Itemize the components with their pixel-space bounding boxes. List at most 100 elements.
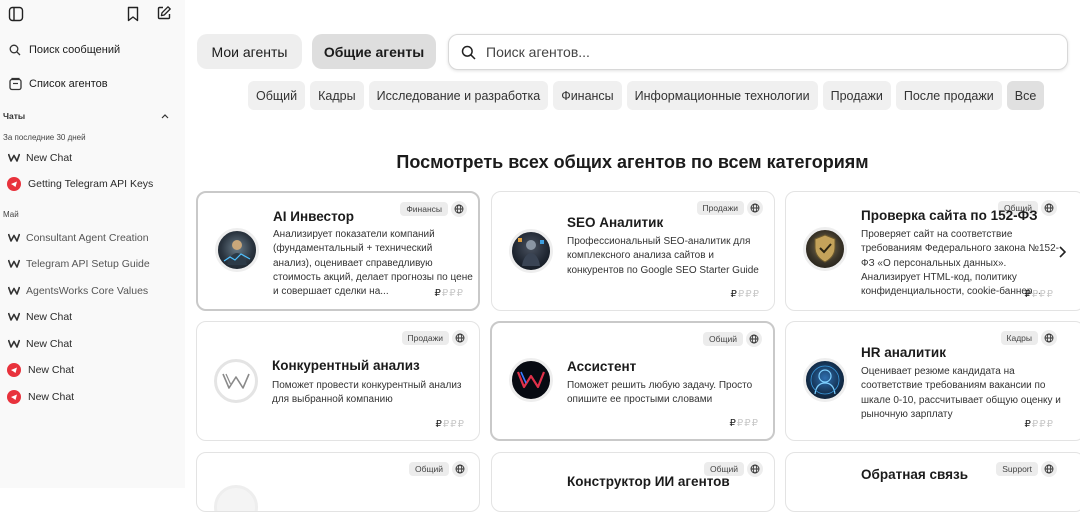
agent-card-seo-analyst[interactable]: Продажи SEO Аналитик Профессиональный SE… [491,191,775,311]
search-messages-label: Поиск сообщений [29,44,121,56]
agentsworks-logo-icon [7,284,20,297]
category-after-sales[interactable]: После продажи [895,81,1002,110]
chat-item-label: New Chat [26,337,73,350]
search-messages-button[interactable]: Поиск сообщений [8,43,120,57]
globe-icon [451,201,467,217]
agentsworks-logo-icon [7,151,20,164]
chat-item[interactable]: New Chat [7,310,179,323]
agentsworks-logo-icon [7,337,20,350]
agent-description: Оценивает резюме кандидата на соответств… [861,366,1061,420]
agent-card[interactable]: Общий [196,452,480,512]
category-general[interactable]: Общий [248,81,306,110]
agent-description: Профессиональный SEO-аналитик для компле… [567,236,759,276]
group-label: Май [3,210,19,219]
agent-avatar [214,359,258,403]
agent-card-ai-investor[interactable]: Финансы AI Инвестор Анализирует показате… [196,191,480,311]
telegram-icon [7,177,21,191]
tab-shared-agents[interactable]: Общие агенты [312,34,436,69]
globe-icon [1041,461,1057,477]
chat-item[interactable]: New Chat [7,390,179,404]
chat-item[interactable]: Consultant Agent Creation [7,231,179,244]
chat-item[interactable]: Telegram API Setup Guide [7,257,179,270]
chat-item[interactable]: New Chat [7,151,179,164]
sidebar: Поиск сообщений Список агентов Чаты За п… [0,0,185,488]
agent-avatar [509,229,553,273]
agent-card-competitor-analysis[interactable]: Продажи Конкурентный анализ Поможет пров… [196,321,480,441]
globe-icon [747,200,763,216]
search-icon [8,43,22,57]
sidebar-toggle-icon[interactable] [7,5,24,22]
chat-item-label: AgentsWorks Core Values [26,284,149,297]
category-sales[interactable]: Продажи [822,81,891,110]
price-rating: ₽₽₽₽ [1024,289,1054,300]
category-all[interactable]: Все [1006,81,1045,110]
agent-title: HR аналитик [861,345,946,360]
category-finance[interactable]: Финансы [553,81,622,110]
bookmark-icon[interactable] [124,5,141,22]
agents-list-button[interactable]: Список агентов [8,77,108,91]
agent-avatar [803,358,847,402]
main-content: Мои агенты Общие агенты Поиск агентов...… [185,0,1080,512]
category-badge: Продажи [401,331,449,345]
globe-icon [746,331,762,347]
category-badge: Кадры [1000,331,1038,345]
globe-icon [747,461,763,477]
agent-title: AI Инвестор [273,209,354,224]
chat-item[interactable]: New Chat [7,363,179,377]
price-rating: ₽₽₽₽ [434,288,464,299]
agent-avatar [509,358,553,402]
price-rating: ₽₽₽₽ [1024,419,1054,430]
tab-my-agents[interactable]: Мои агенты [197,34,302,69]
chat-item[interactable]: Getting Telegram API Keys [7,177,179,191]
agentsworks-logo-icon [7,310,20,323]
agent-avatar [214,485,258,511]
agent-title: Обратная связь [861,467,969,482]
chat-item-label: Consultant Agent Creation [26,231,149,244]
agent-title: Конструктор ИИ агентов [567,474,730,489]
category-badge: Общий [703,332,743,346]
chat-item-label: New Chat [26,310,73,323]
search-agents-placeholder: Поиск агентов... [486,44,590,60]
globe-icon [1041,200,1057,216]
chevron-up-icon[interactable] [160,111,170,121]
agent-card-152fz-check[interactable]: Общий Проверка сайта по 152-ФЗ Проверяет… [785,191,1080,311]
agent-card-agent-builder[interactable]: Общий Конструктор ИИ агентов [491,452,775,512]
agentsworks-logo-icon [7,257,20,270]
price-rating: ₽₽₽₽ [730,289,760,300]
category-it[interactable]: Информационные технологии [626,81,818,110]
scroll-right-chevron-icon[interactable] [1057,244,1067,260]
category-filter-bar: Общий Кадры Исследование и разработка Фи… [248,81,1045,110]
agent-description: Поможет провести конкурентный анализ для… [272,380,462,406]
agents-list-label: Список агентов [29,78,108,90]
agent-card-assistant[interactable]: Общий Ассистент Поможет решить любую зад… [490,321,775,441]
agent-title: Конкурентный анализ [272,358,420,373]
new-chat-icon[interactable] [155,4,172,21]
agents-list-icon [8,77,22,91]
price-rating: ₽₽₽₽ [435,419,465,430]
search-agents-field[interactable]: Поиск агентов... [448,34,1068,70]
category-hr[interactable]: Кадры [310,81,364,110]
chat-item-label: New Chat [28,391,75,403]
agent-card-hr-analyst[interactable]: Кадры HR аналитик Оценивает резюме канди… [785,321,1080,441]
agent-title: SEO Аналитик [567,215,664,230]
page-heading: Посмотреть всех общих агентов по всем ка… [396,152,869,172]
telegram-icon [7,390,21,404]
telegram-icon [7,363,21,377]
globe-icon [452,330,468,346]
agent-card-feedback[interactable]: Support Обратная связь [785,452,1080,512]
agent-avatar [803,227,847,271]
search-icon [461,45,476,60]
agent-avatar [215,228,259,272]
globe-icon [1041,330,1057,346]
agent-description: Поможет решить любую задачу. Просто опиш… [567,380,753,406]
chats-section-label: Чаты [3,111,26,121]
agentsworks-logo-icon [7,231,20,244]
chat-item[interactable]: New Chat [7,337,179,350]
price-rating: ₽₽₽₽ [729,418,759,429]
agent-title: Ассистент [567,359,637,374]
chat-item[interactable]: AgentsWorks Core Values [7,284,179,297]
category-research[interactable]: Исследование и разработка [368,81,549,110]
agent-title: Проверка сайта по 152-ФЗ [861,208,1038,223]
globe-icon [452,461,468,477]
chat-item-label: Getting Telegram API Keys [28,178,154,190]
